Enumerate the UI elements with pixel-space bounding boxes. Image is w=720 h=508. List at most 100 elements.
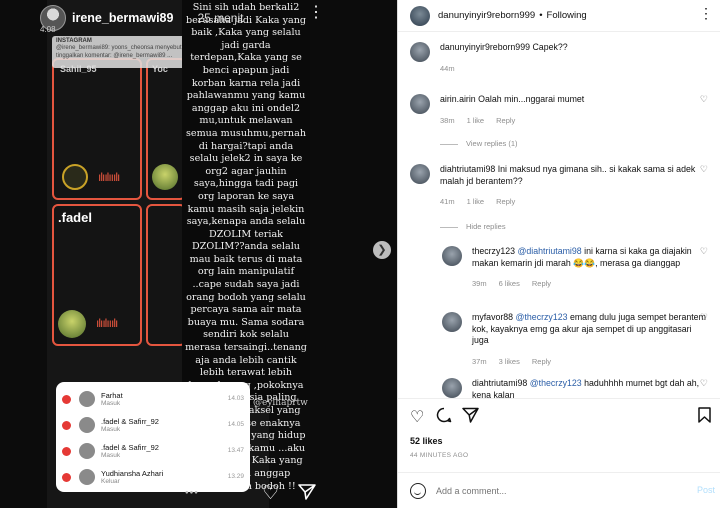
call-status: Keluar [101, 477, 120, 485]
missed-call-icon [62, 446, 71, 456]
comment-time: 41m [440, 197, 455, 206]
likes-count[interactable]: 52 likes [410, 436, 443, 446]
call-time: 14.05 [227, 421, 244, 428]
instagram-card-line: tinggalkan komentar: @irene_bermawi89 ..… [56, 53, 173, 59]
following-button[interactable]: Following [547, 10, 587, 21]
reply-button[interactable]: Reply [532, 357, 551, 366]
avatar[interactable] [410, 5, 430, 26]
comment-text: Oalah min...nggarai mumet [478, 94, 585, 104]
story-username[interactable]: irene_bermawi89 [72, 11, 173, 25]
avatar [79, 469, 95, 485]
reply-button[interactable]: Reply [496, 116, 515, 125]
comment: diahtriutami98 Ini maksud nya gimana sih… [410, 164, 710, 206]
post-caption: danunyinyir9reborn999 Capek?? 44m [410, 42, 710, 73]
hide-replies-label: Hide replies [466, 222, 506, 231]
comment-username[interactable]: diahtriutami98 [440, 164, 495, 174]
call-tile [146, 204, 186, 346]
like-comment-icon[interactable]: ♡ [700, 378, 708, 389]
reply-username[interactable]: myfavor88 [472, 312, 513, 322]
like-comment-icon[interactable]: ♡ [700, 94, 708, 105]
avatar [79, 443, 95, 459]
avatar[interactable] [410, 42, 430, 62]
call-status: Masuk [101, 425, 121, 433]
reply: thecrzy123 @diahtriutami98 ini karna si … [442, 246, 710, 288]
call-row[interactable]: .fadel & Safirr_92 Masuk 14.05 [62, 412, 244, 438]
comment-likes[interactable]: 1 like [467, 197, 485, 206]
bookmark-icon[interactable] [698, 407, 711, 428]
caption-text: Capek?? [532, 42, 568, 52]
story-progress-dots: ●●● [185, 490, 199, 496]
reply-time: 39m [472, 279, 487, 288]
story-header: irene_bermawi89 25 menit [40, 4, 243, 32]
next-story-button[interactable]: ❯ [373, 241, 391, 259]
instagram-repost-card: INSTAGRAM @irene_bermawi89: yoons_cheons… [52, 36, 192, 68]
missed-call-icon [62, 420, 71, 430]
avatar[interactable] [442, 312, 462, 332]
call-time: 14.03 [227, 395, 244, 402]
reply-mention[interactable]: @diahtriutami98 [517, 246, 581, 256]
reply-likes[interactable]: 6 likes [499, 279, 520, 288]
story-mention[interactable]: @eylhaprtw [253, 398, 308, 408]
profile-photo [58, 310, 86, 338]
story-subtext: 4.08 [40, 25, 56, 34]
call-row[interactable]: Yudhiansha Azhari Keluar 13.29 [62, 464, 244, 490]
reply-likes[interactable]: 3 likes [499, 357, 520, 366]
audio-wave-icon: ılıılııılı [98, 170, 120, 184]
avatar[interactable] [442, 378, 462, 398]
emoji-icon[interactable] [410, 482, 426, 499]
reply-mention[interactable]: @thecrzy123 [530, 378, 582, 388]
comment-username[interactable]: airin.airin [440, 94, 476, 104]
call-time: 13.29 [227, 473, 244, 480]
missed-call-icon [62, 394, 71, 404]
instagram-card-line: @irene_bermawi89: yoons_cheonsa menyebut [56, 45, 182, 51]
call-history-card: Farhat Masuk 14.03 .fadel & Safirr_92 Ma… [56, 382, 250, 492]
call-tile: Yoc [146, 58, 186, 200]
like-comment-icon[interactable]: ♡ [700, 164, 708, 175]
tile-label: .fadel [58, 210, 92, 225]
view-replies-label: View replies (1) [466, 139, 518, 148]
reply-username[interactable]: diahtriutami98 [472, 378, 527, 388]
comment-input[interactable] [436, 485, 676, 496]
avatar[interactable] [410, 164, 430, 184]
reply-mention[interactable]: @thecrzy123 [516, 312, 568, 322]
call-name: .fadel & Safirr_92 [101, 442, 159, 452]
like-comment-icon[interactable]: ♡ [700, 312, 708, 323]
story-viewer: irene_bermawi89 25 menit 4.08 ⋮ INSTAGRA… [0, 0, 397, 508]
call-row[interactable]: .fadel & Safirr_92 Masuk 13.47 [62, 438, 244, 464]
reply: myfavor88 @thecrzy123 emang dulu juga se… [442, 312, 710, 366]
view-replies-button[interactable]: View replies (1) [440, 139, 518, 148]
call-tile: .fadel ılıılııılı [52, 204, 142, 346]
story-time: 25 menit [197, 11, 244, 25]
more-options-icon[interactable]: ⋮ [699, 6, 713, 20]
like-icon[interactable]: ♡ [410, 407, 424, 427]
like-comment-icon[interactable]: ♡ [700, 246, 708, 257]
story-send-icon[interactable] [298, 484, 316, 505]
hide-replies-button[interactable]: Hide replies [440, 222, 506, 231]
post-button[interactable]: Post [697, 485, 715, 495]
comment: airin.airin Oalah min...nggarai mumet 38… [410, 94, 710, 125]
call-time: 13.47 [227, 447, 244, 454]
missed-call-icon [62, 472, 71, 482]
comment-icon[interactable] [436, 407, 452, 428]
post-username[interactable]: danunyinyir9reborn999 [438, 10, 535, 21]
call-name: Yudhiansha Azhari [101, 468, 164, 478]
comment-likes[interactable]: 1 like [467, 116, 485, 125]
share-icon[interactable] [462, 407, 479, 428]
avatar[interactable] [410, 94, 430, 114]
reply-time: 37m [472, 356, 487, 366]
avatar[interactable] [442, 246, 462, 266]
call-row[interactable]: Farhat Masuk 14.03 [62, 386, 244, 412]
reply-username[interactable]: thecrzy123 [472, 246, 515, 256]
more-options-icon[interactable]: ⋮ [308, 5, 324, 21]
comments-panel: danunyinyir9reborn999 • Following ⋮ danu… [397, 0, 720, 508]
call-status: Masuk [101, 451, 121, 459]
caption-username[interactable]: danunyinyir9reborn999 [440, 42, 530, 52]
call-name: .fadel & Safirr_92 [101, 416, 159, 426]
reply: diahtriutami98 @thecrzy123 haduhhhh mume… [442, 378, 710, 398]
reply-button[interactable]: Reply [496, 197, 515, 206]
action-bar: ♡ [398, 398, 720, 432]
reply-button[interactable]: Reply [532, 279, 551, 288]
story-like-icon[interactable]: ♡ [262, 482, 279, 505]
post-header: danunyinyir9reborn999 • Following ⋮ [398, 0, 720, 32]
caption-time: 44m [440, 63, 455, 73]
